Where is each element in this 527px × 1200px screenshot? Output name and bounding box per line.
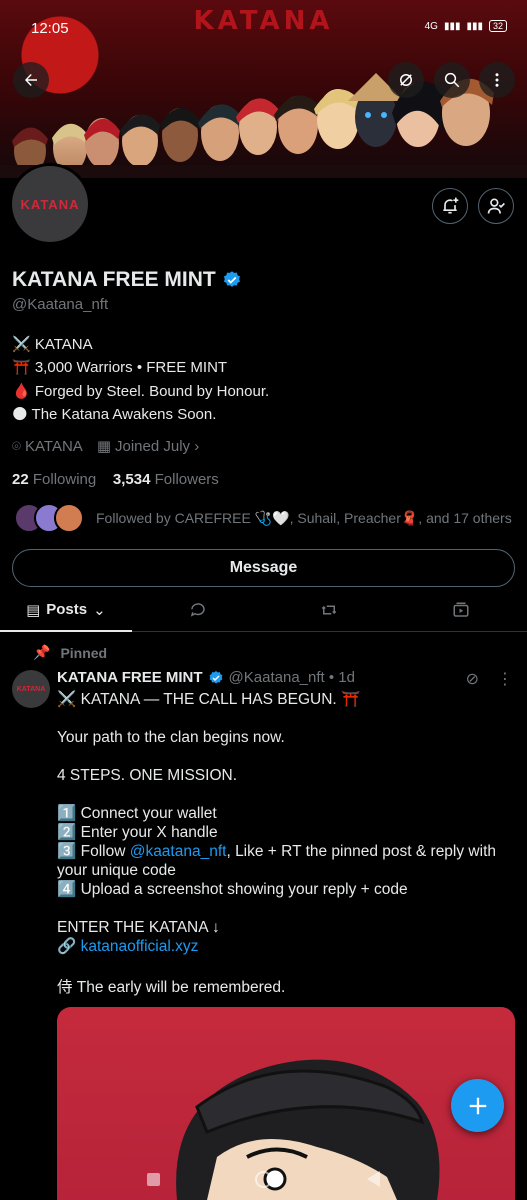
message-button[interactable]: Message [12, 549, 515, 587]
followed-by[interactable]: Followed by CAREFREE 🩺🤍, Suhail, Preache… [14, 503, 512, 533]
compose-button[interactable] [451, 1079, 504, 1132]
tab-media[interactable] [395, 588, 527, 631]
status-time: 12:05 [31, 20, 69, 37]
post-tools: ⊘ ⋮ [466, 669, 513, 689]
joined-date[interactable]: ▦ Joined July › [97, 437, 199, 455]
profile-avatar[interactable]: KATANA [9, 163, 91, 245]
calendar-icon: ▦ [96, 438, 111, 455]
following-label: Following [32, 471, 97, 488]
tab-replies[interactable] [132, 588, 264, 631]
verified-badge-icon [223, 271, 240, 287]
more-button[interactable] [479, 62, 515, 98]
grok-button[interactable] [388, 62, 424, 98]
grok-icon [400, 74, 412, 86]
bio-line: 🩸 Forged by Steel. Bound by Honour. [12, 382, 270, 400]
post-step: 1️⃣ Connect your wallet [57, 805, 217, 822]
battery-icon: 32 [488, 20, 507, 32]
bio-line: 🌑 The Katana Awakens Soon. [12, 405, 217, 423]
tab-reposts[interactable] [264, 588, 396, 631]
recents-icon[interactable] [147, 1172, 160, 1186]
more-vertical-icon[interactable]: ⋮ [497, 669, 513, 689]
user-check-icon [487, 198, 505, 214]
follow-status-button[interactable] [478, 188, 514, 224]
profile-tabs: ▤ Posts ⌄ [0, 588, 527, 632]
post-line: 侍 The early will be remembered. [57, 979, 286, 996]
following-link[interactable]: 22 Following [12, 471, 96, 488]
back-icon[interactable] [367, 1171, 380, 1187]
post-line: Your path to the clan begins now. [57, 729, 285, 746]
system-navbar [0, 1158, 527, 1200]
following-count: 22 [12, 471, 29, 488]
profile-name: KATANA FREE MINT [12, 268, 242, 292]
followers-link[interactable]: 3,534 Followers [113, 471, 219, 488]
mention-link[interactable]: @kaatana_nft [130, 843, 227, 860]
post-line: 4 STEPS. ONE MISSION. [57, 767, 238, 784]
post-link-line: 🔗 katanaofficial.xyz [57, 937, 517, 956]
signal-icon: ▮▮▮ [443, 20, 461, 32]
status-icons: 4G ▮▮▮ ▮▮▮ 32 [425, 20, 507, 32]
location-text: KATANA [25, 437, 83, 455]
follower-avatar [54, 503, 84, 533]
status-bar: 12:05 4G ▮▮▮ ▮▮▮ 32 [0, 0, 527, 50]
post-line: ⚔️ KATANA — THE CALL HAS BEGUN. ⛩️ [57, 691, 361, 708]
post-author-handle: @Kaatana_nft • 1d [228, 669, 355, 686]
post-header: KATANA FREE MINT @Kaatana_nft • 1d [57, 669, 355, 686]
post-step: 4️⃣ Upload a screenshot showing your rep… [57, 881, 408, 898]
post-line: ENTER THE KATANA ↓ [57, 919, 220, 936]
post-step: 2️⃣ Enter your X handle [57, 824, 218, 841]
link-icon: 🔗 [57, 938, 81, 955]
signal-icon-2: ▮▮▮ [466, 20, 483, 32]
chevron-right-icon: › [194, 438, 200, 455]
back-button[interactable] [13, 62, 49, 98]
home-icon[interactable] [255, 1170, 272, 1188]
tab-posts-label: Posts [46, 601, 88, 618]
follow-counts: 22 Following 3,534 Followers [12, 471, 219, 488]
profile-name-text: KATANA FREE MINT [12, 268, 216, 291]
bio-line: ⚔️ KATANA [12, 336, 93, 353]
arrow-left-icon [25, 74, 37, 86]
post-avatar[interactable]: KATANA [12, 670, 50, 708]
post-step: 3️⃣ Follow @kaatana_nft, Like + RT the p… [57, 842, 517, 880]
avatar-logo-text: KATANA [12, 166, 88, 242]
search-icon [444, 72, 460, 88]
repost-icon [322, 605, 337, 614]
chevron-down-icon: ⌄ [93, 601, 106, 619]
bell-plus-icon [443, 197, 459, 214]
network-type: 4G [424, 20, 438, 32]
post-text: ⚔️ KATANA — THE CALL HAS BEGUN. ⛩️ Your … [57, 690, 517, 997]
profile-bio: ⚔️ KATANA ⛩️ 3,000 Warriors • FREE MINT … [12, 333, 269, 426]
tab-posts[interactable]: ▤ Posts ⌄ [0, 588, 132, 632]
post-author-name[interactable]: KATANA FREE MINT [57, 669, 203, 686]
joined-text: Joined July [115, 438, 191, 455]
pinned-label: 📌 Pinned [33, 644, 107, 661]
profile-handle: @Kaatana_nft [12, 296, 109, 313]
reply-bubble-icon [190, 602, 205, 617]
pinned-text: Pinned [60, 644, 108, 661]
website-link[interactable]: katanaofficial.xyz [81, 938, 199, 955]
step3-pre: 3️⃣ Follow [57, 843, 130, 860]
location-pin-icon: ⌾ [12, 437, 22, 455]
profile-meta: ⌾ KATANA ▦ Joined July › [12, 437, 199, 456]
verified-badge-icon [209, 670, 222, 684]
followers-count: 3,534 [112, 471, 151, 488]
notifications-button[interactable] [432, 188, 468, 224]
grok-icon[interactable]: ⊘ [466, 669, 479, 689]
plus-icon [469, 1097, 486, 1114]
more-vertical-icon [495, 73, 499, 87]
search-button[interactable] [434, 62, 470, 98]
followers-label: Followers [154, 471, 219, 488]
video-icon [453, 602, 469, 617]
bio-line: ⛩️ 3,000 Warriors • FREE MINT [12, 359, 228, 377]
pin-icon: 📌 [33, 644, 51, 660]
posts-icon: ▤ [26, 601, 41, 619]
followed-by-text: Followed by CAREFREE 🩺🤍, Suhail, Preache… [96, 509, 512, 526]
location: ⌾ KATANA [12, 438, 83, 455]
